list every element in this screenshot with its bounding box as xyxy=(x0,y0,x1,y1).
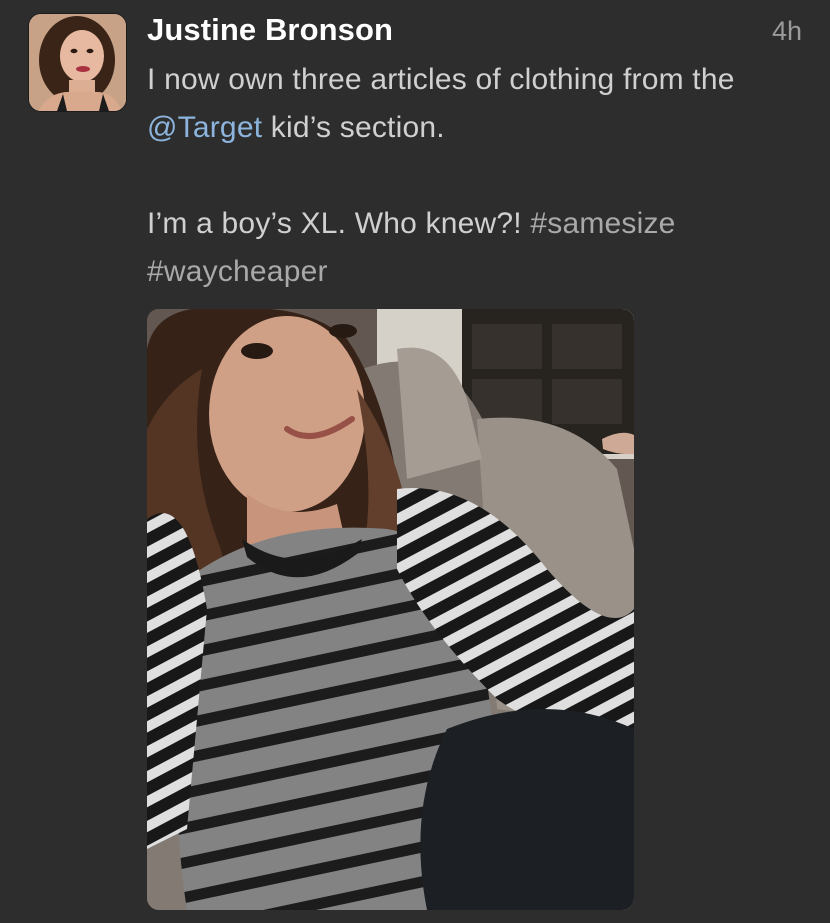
avatar-image xyxy=(29,14,126,111)
tweet-paragraph-1: I now own three articles of clothing fro… xyxy=(147,56,807,152)
author-name[interactable]: Justine Bronson xyxy=(147,12,393,48)
tweet-text-segment: I now own three articles of clothing fro… xyxy=(147,63,735,96)
tweet-photo[interactable] xyxy=(147,309,634,910)
tweet-paragraph-2: I’m a boy’s XL. Who knew?! #samesize #wa… xyxy=(147,200,807,296)
hashtag-link[interactable]: #waycheaper xyxy=(147,255,328,288)
tweet-text-segment: kid’s section. xyxy=(262,111,445,144)
tweet-text-segment: I’m a boy’s XL. Who knew?! xyxy=(147,207,531,240)
hashtag-link[interactable]: #samesize xyxy=(530,207,675,240)
mention-link[interactable]: @Target xyxy=(147,111,262,144)
avatar[interactable] xyxy=(29,14,126,111)
photo-image xyxy=(147,309,634,910)
tweet-card[interactable]: Justine Bronson 4h I now own three artic… xyxy=(0,0,830,923)
timestamp: 4h xyxy=(771,16,802,46)
tweet-text: I now own three articles of clothing fro… xyxy=(147,56,807,296)
